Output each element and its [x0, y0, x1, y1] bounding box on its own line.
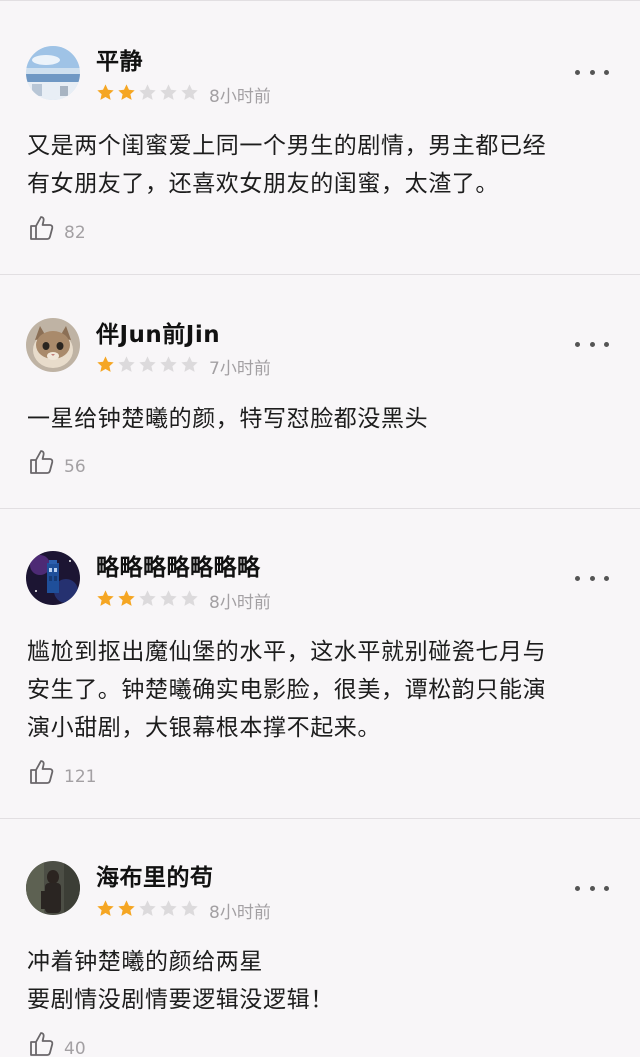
star-empty-icon — [118, 356, 135, 372]
star-empty-icon — [139, 84, 156, 100]
star-filled-icon — [97, 590, 114, 606]
review-text-line: 有女朋友了，还喜欢女朋友的闺蜜，太渣了。 — [27, 171, 499, 197]
more-dot — [575, 69, 580, 75]
more-dot — [575, 575, 580, 581]
username[interactable]: 平静 — [96, 42, 143, 76]
review-text-line: 安生了。钟楚曦确实电影脸，很美，谭松韵只能演 — [27, 677, 547, 703]
star-empty-icon — [181, 590, 198, 606]
thumbs-up-icon[interactable] — [28, 448, 56, 476]
more-options-button[interactable] — [575, 877, 609, 899]
star-rating — [96, 355, 199, 375]
star-empty-icon — [181, 84, 198, 100]
timestamp: 8小时前 — [209, 87, 271, 107]
star-empty-icon — [160, 900, 177, 916]
review-text-line: 演小甜剧，大银幕根本撑不起来。 — [27, 715, 381, 741]
thumbs-up-icon[interactable] — [28, 758, 56, 786]
star-empty-icon — [139, 900, 156, 916]
star-filled-icon — [118, 84, 135, 100]
avatar[interactable] — [26, 861, 80, 915]
more-dot — [604, 575, 609, 581]
review-text: 尴尬到抠出魔仙堡的水平，这水平就别碰瓷七月与 安生了。钟楚曦确实电影脸，很美，谭… — [27, 633, 622, 747]
thumbs-up-icon[interactable] — [28, 214, 56, 242]
more-options-button[interactable] — [575, 333, 609, 355]
avatar[interactable] — [26, 46, 80, 100]
more-dot — [589, 341, 595, 347]
like-count: 82 — [64, 223, 86, 243]
username[interactable]: 略略略略略略略 — [96, 548, 261, 582]
star-filled-icon — [118, 900, 135, 916]
star-rating — [96, 83, 199, 103]
timestamp: 7小时前 — [209, 359, 271, 379]
review-text: 一星给钟楚曦的颜，特写怼脸都没黑头 — [27, 400, 622, 438]
review-text: 冲着钟楚曦的颜给两星 要剧情没剧情要逻辑没逻辑！ — [27, 943, 622, 1019]
divider — [0, 274, 640, 275]
star-rating — [96, 899, 199, 919]
avatar[interactable] — [26, 551, 80, 605]
review-text-line: 又是两个闺蜜爱上同一个男生的剧情，男主都已经 — [27, 133, 547, 159]
star-empty-icon — [160, 84, 177, 100]
more-dot — [589, 885, 595, 891]
divider — [0, 818, 640, 819]
star-filled-icon — [97, 900, 114, 916]
more-dot — [589, 69, 595, 75]
like-count: 40 — [64, 1039, 86, 1057]
star-empty-icon — [139, 590, 156, 606]
more-dot — [604, 341, 609, 347]
more-dot — [604, 69, 609, 75]
more-options-button[interactable] — [575, 567, 609, 589]
star-filled-icon — [97, 84, 114, 100]
star-empty-icon — [160, 590, 177, 606]
review-text-line: 要剧情没剧情要逻辑没逻辑！ — [27, 987, 334, 1013]
star-empty-icon — [181, 900, 198, 916]
star-filled-icon — [97, 356, 114, 372]
username[interactable]: 海布里的苟 — [96, 858, 214, 892]
timestamp: 8小时前 — [209, 903, 271, 923]
review-text-line: 冲着钟楚曦的颜给两星 — [27, 949, 263, 975]
star-filled-icon — [118, 590, 135, 606]
review-text-line: 尴尬到抠出魔仙堡的水平，这水平就别碰瓷七月与 — [27, 639, 547, 665]
username[interactable]: 伴Jun前Jin — [96, 315, 220, 349]
star-empty-icon — [181, 356, 198, 372]
more-dot — [589, 575, 595, 581]
star-empty-icon — [160, 356, 177, 372]
review-feed: 平静 8小时前 又是两个闺蜜爱上同一个男生的剧情，男主都已经 有女朋友了，还喜欢… — [0, 0, 640, 1057]
like-count: 56 — [64, 457, 86, 477]
star-rating — [96, 589, 199, 609]
more-dot — [604, 885, 609, 891]
star-empty-icon — [139, 356, 156, 372]
timestamp: 8小时前 — [209, 593, 271, 613]
thumbs-up-icon[interactable] — [28, 1030, 56, 1057]
review-text: 又是两个闺蜜爱上同一个男生的剧情，男主都已经 有女朋友了，还喜欢女朋友的闺蜜，太… — [27, 127, 622, 203]
more-dot — [575, 341, 580, 347]
divider — [0, 0, 640, 1]
like-count: 121 — [64, 767, 97, 787]
review-text-line: 一星给钟楚曦的颜，特写怼脸都没黑头 — [27, 406, 429, 432]
more-dot — [575, 885, 580, 891]
avatar[interactable] — [26, 318, 80, 372]
divider — [0, 508, 640, 509]
more-options-button[interactable] — [575, 61, 609, 83]
